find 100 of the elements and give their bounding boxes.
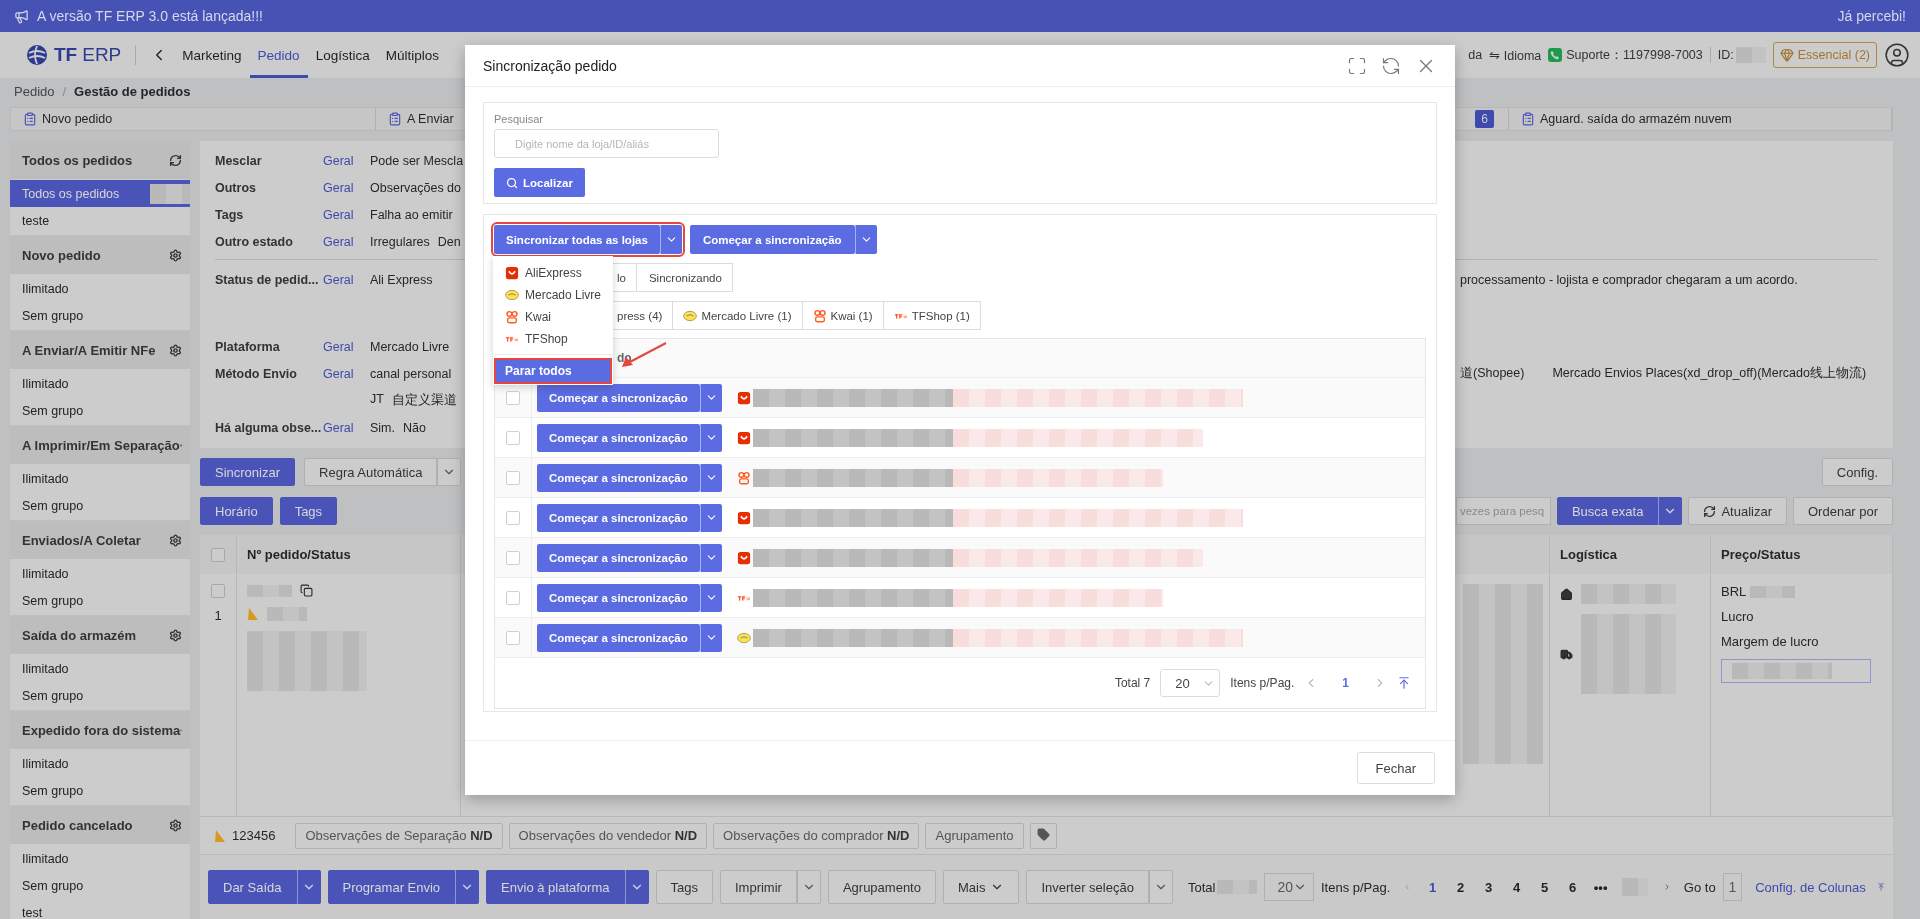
start-sync-button[interactable]: Começar a sincronização [689,225,855,254]
filter-option[interactable]: Sim. [370,420,395,435]
refresh-icon[interactable] [169,153,182,167]
sidebar-item[interactable]: Sem grupo [10,682,190,709]
note-button[interactable]: Observações do comprador N/D [713,822,920,849]
sidebar-item[interactable]: Ilimitado [10,655,190,682]
filter-option[interactable]: JT [370,392,384,409]
action-button[interactable]: Tags [279,497,338,525]
sidebar-item[interactable]: Ilimitado [10,750,190,777]
menu-item[interactable]: TFShop [493,328,613,350]
action-button[interactable]: Busca exata [1556,497,1659,525]
filter-scope-link[interactable]: Geral [323,207,370,222]
refresh-button[interactable]: Atualizar [1688,497,1787,525]
page-number[interactable]: 3 [1474,879,1503,895]
dropdown-toggle[interactable] [854,225,877,254]
sidebar-item[interactable]: Sem grupo [10,302,190,329]
sidebar-item[interactable]: Sem grupo [10,587,190,614]
refresh-icon[interactable] [1381,55,1401,76]
search-button[interactable]: Localizar [494,168,585,197]
action-button[interactable]: Inverter seleção [1026,870,1149,904]
config-button[interactable]: Config. [1821,458,1893,486]
nav-tab[interactable]: Pedido [249,32,308,78]
breadcrumb-link[interactable]: Pedido [14,83,55,99]
search-field[interactable]: vezes para pesq [1455,497,1551,525]
checkbox[interactable] [211,584,225,598]
menu-item[interactable]: Kwai [493,306,613,328]
action-button[interactable]: Sincronizar [200,458,296,486]
nav-tab[interactable]: Múltiplos [377,32,447,78]
filter-option[interactable]: canal personal [370,366,452,381]
close-button[interactable]: Fechar [1356,752,1435,784]
checkbox[interactable] [506,630,520,645]
dropdown-toggle[interactable] [699,423,722,452]
filter-option[interactable]: processamento - lojista e comprador chegaram a um acordo. [1460,273,1798,287]
sidebar-item[interactable]: Todos os pedidos [10,180,190,207]
sidebar-item[interactable]: Ilimitado [10,560,190,587]
settings-icon[interactable] [169,818,182,832]
note-button[interactable]: Observações do vendedor N/D [508,822,708,849]
columns-config-link[interactable]: Config. de Colunas [1755,879,1866,895]
sidebar-item[interactable]: test [10,899,190,919]
settings-icon[interactable] [169,248,182,262]
action-button[interactable]: Dar Saída [208,870,297,904]
action-button[interactable]: Tags [655,870,713,904]
checkbox[interactable] [506,390,520,405]
dropdown-toggle[interactable] [699,543,722,572]
sidebar-item[interactable]: Ilimitado [10,370,190,397]
platform-tab[interactable]: Mercado Livre (1) [672,301,803,330]
settings-icon[interactable] [169,628,182,642]
sidebar-item[interactable]: Sem grupo [10,397,190,424]
dropdown-toggle[interactable] [1658,497,1683,525]
filter-scope-link[interactable]: Geral [323,153,370,168]
action-button[interactable]: Programar Envio [327,870,456,904]
page-number[interactable]: 5 [1530,879,1559,895]
sidebar-item[interactable]: teste [10,207,190,234]
filter-option[interactable]: 道(Shopee) [1460,365,1525,382]
page-ellipsis[interactable]: ••• [1586,879,1615,895]
nav-tab[interactable]: Logística [307,32,378,78]
page-number[interactable]: 2 [1446,879,1475,895]
dropdown-toggle[interactable] [699,623,722,652]
dropdown-toggle[interactable] [699,583,722,612]
action-button[interactable]: Envio à plataforma [486,870,625,904]
start-sync-button[interactable]: Começar a sincronização [537,423,700,452]
group-button[interactable]: Agrupamento [925,822,1024,849]
filter-option[interactable]: Ali Express [370,273,433,287]
filter-option[interactable]: Mercado Envios Places(xd_drop_off)(Mercado线上物流) [1552,365,1867,382]
start-sync-button[interactable]: Começar a sincronização [537,383,700,412]
sidebar-item[interactable]: Ilimitado [10,465,190,492]
avatar-icon[interactable] [1884,42,1910,68]
fullscreen-icon[interactable] [1347,55,1367,76]
sidebar-item[interactable]: Sem grupo [10,777,190,804]
language-link[interactable]: ⇋ Idioma [1489,47,1542,63]
start-sync-button[interactable]: Começar a sincronização [537,623,700,652]
platform-tab[interactable]: TFShop (1) [882,301,981,330]
start-sync-button[interactable]: Começar a sincronização [537,463,700,492]
dropdown-toggle[interactable] [796,870,821,904]
page-number[interactable]: 4 [1502,879,1531,895]
checkbox[interactable] [211,547,225,562]
sidebar-item[interactable]: Ilimitado [10,275,190,302]
filter-option[interactable]: Den [437,234,461,249]
filter-option[interactable]: Mercado Livre [370,339,450,354]
store-search-field[interactable]: Digite nome da loja/ID/aliás [494,129,719,158]
status-step[interactable]: Aguard. saída do armazém nuvem [1509,108,1892,130]
checkbox[interactable] [506,430,520,445]
menu-item[interactable]: Mercado Livre [493,284,613,306]
price-field[interactable] [1721,659,1871,683]
filter-option[interactable]: Falha ao emitir [370,207,453,222]
nav-tab[interactable]: Marketing [174,32,250,78]
scroll-top-icon[interactable] [1397,676,1411,690]
settings-icon[interactable] [169,343,182,357]
sidebar-item[interactable]: Sem grupo [10,492,190,519]
page-number[interactable]: 1 [1342,676,1349,690]
goto-field[interactable]: 1 [1722,873,1743,901]
copy-icon[interactable] [300,584,313,597]
menu-item[interactable]: AliExpress [493,262,613,284]
start-sync-button[interactable]: Começar a sincronização [537,543,700,572]
filter-scope-link[interactable]: Geral [323,180,370,195]
filter-scope-link[interactable]: Geral [323,339,370,354]
filter-option[interactable]: Pode ser Mescla [370,153,464,168]
page-size-select[interactable]: 20 [1264,873,1314,901]
dropdown-toggle[interactable] [624,870,649,904]
page-number[interactable]: 1 [1418,879,1447,895]
